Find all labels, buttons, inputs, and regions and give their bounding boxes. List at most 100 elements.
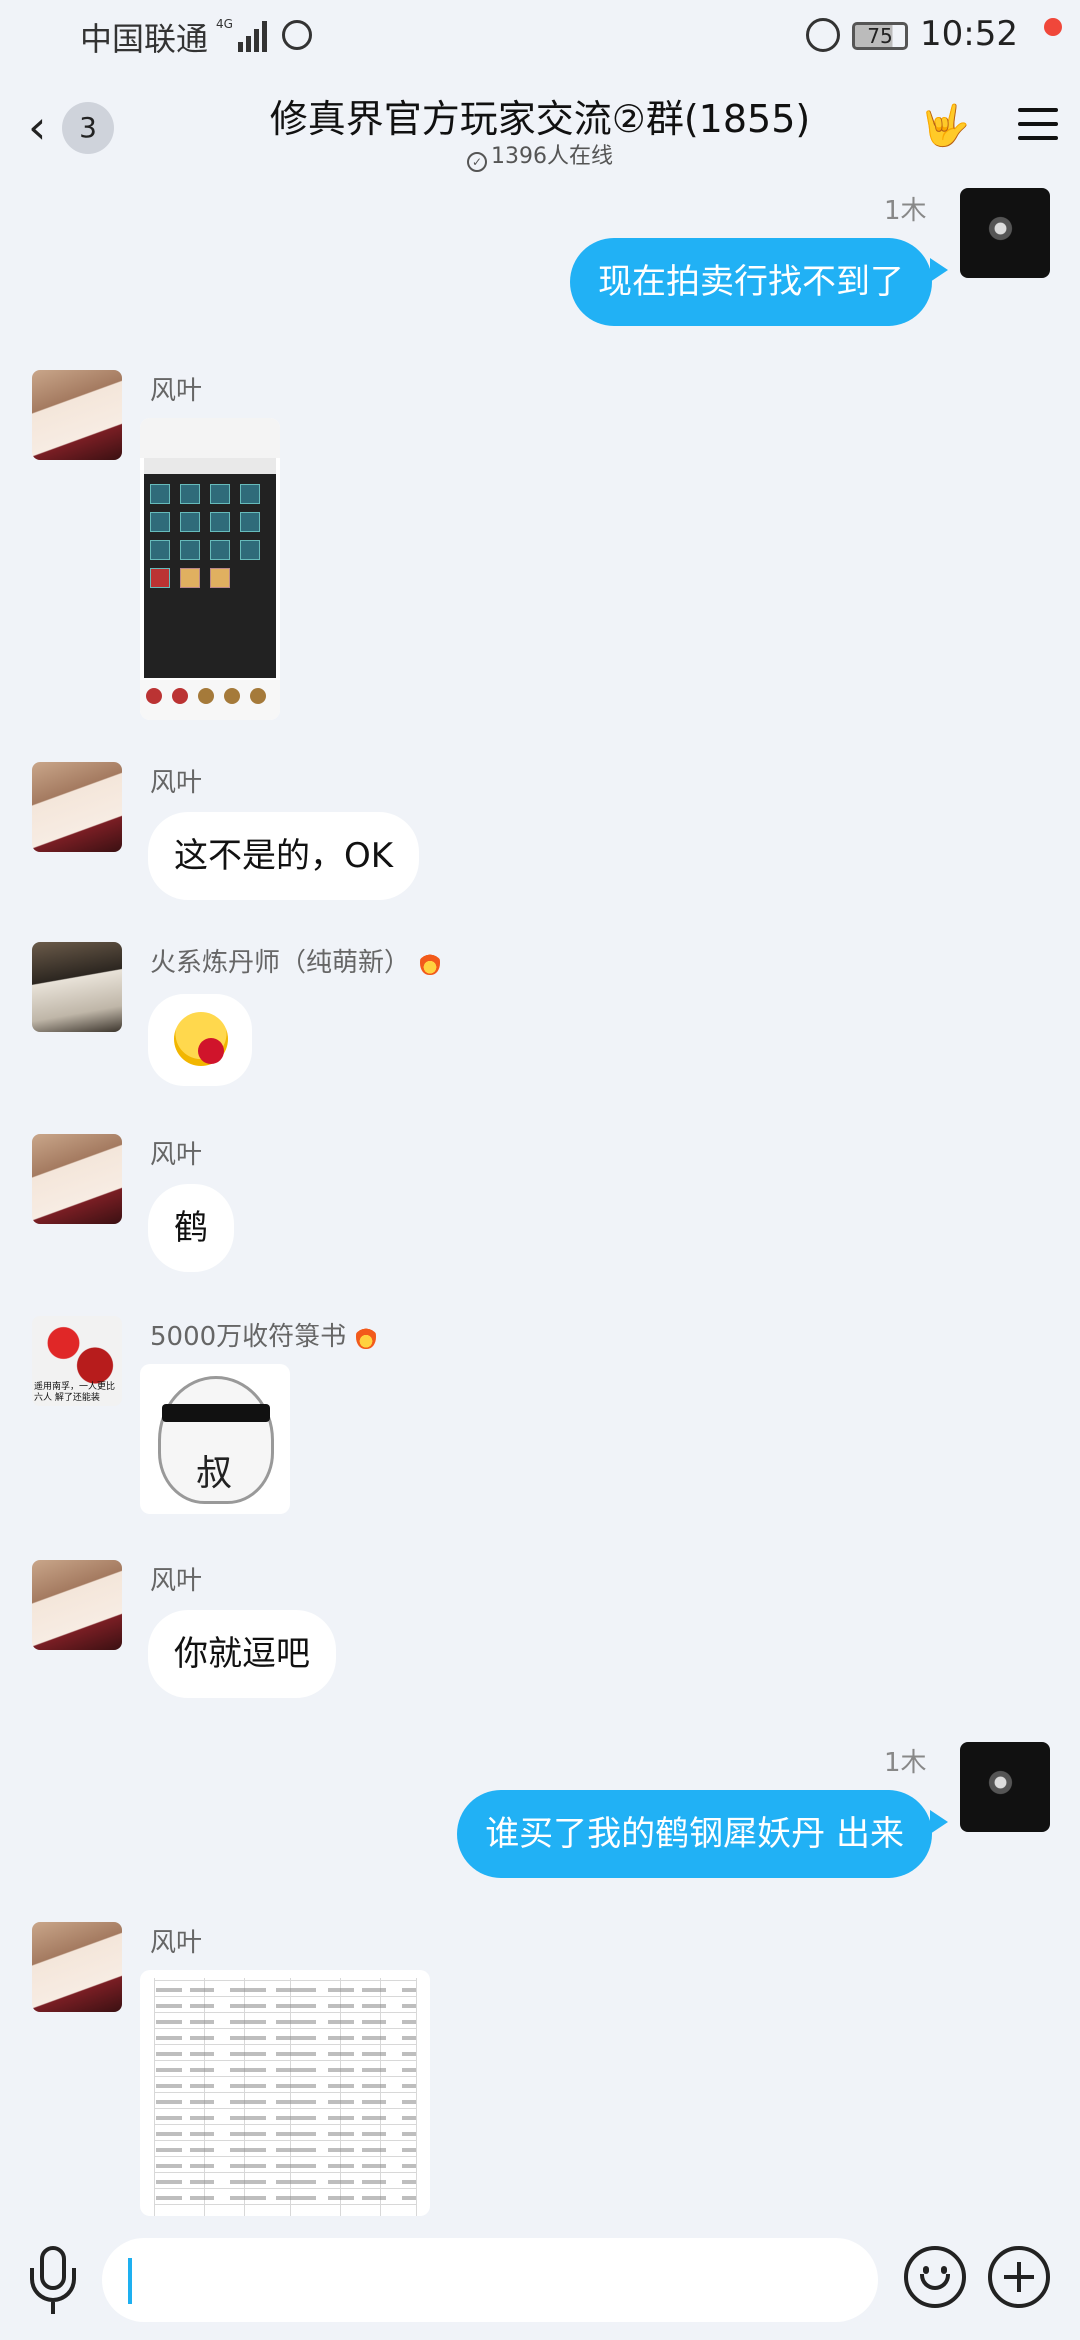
emoji-message[interactable] — [148, 994, 252, 1086]
sticker-text: 叔 — [196, 1453, 233, 1494]
fire-icon — [420, 949, 441, 975]
sheet-text-row — [156, 2132, 416, 2136]
online-count-label: 1396人在线 — [491, 144, 613, 169]
avatar-fengye[interactable] — [32, 370, 122, 460]
input-bar — [0, 2220, 1080, 2340]
sheet-text-row — [156, 2004, 416, 2008]
sheet-row — [154, 2204, 416, 2205]
sender-name: 风叶 — [150, 1566, 203, 1596]
sheet-text-row — [156, 2164, 416, 2168]
message-bubble-incoming[interactable]: 鹤 — [148, 1184, 234, 1272]
emoji-eye — [923, 2266, 929, 2274]
sender-name: 风叶 — [150, 376, 203, 406]
avatar-panda[interactable]: 遥用南孚，一人更比六人 解了还能装 — [32, 1316, 122, 1406]
message-bubble-outgoing[interactable]: 现在拍卖行找不到了 — [570, 238, 932, 326]
my-avatar[interactable] — [960, 188, 1050, 278]
sender-name: 风叶 — [150, 768, 203, 798]
alarm-icon — [806, 18, 840, 52]
menu-line — [1018, 122, 1058, 126]
sheet-row — [154, 2012, 416, 2013]
screenshot-cell — [210, 540, 230, 560]
message-bubble-outgoing[interactable]: 谁买了我的鹤钢犀妖丹 出来 — [457, 1790, 932, 1878]
emoji-mouth — [920, 2274, 950, 2290]
sender-name: 风叶 — [150, 1140, 203, 1170]
online-check-icon: ✓ — [467, 152, 487, 172]
screenshot-icon — [250, 688, 266, 704]
clock: 10:52 — [920, 14, 1018, 54]
menu-button[interactable] — [1018, 104, 1058, 144]
sender-name-row: 5000万收符箓书 — [150, 1316, 377, 1353]
signal-icon: 4G — [216, 17, 267, 52]
message-input[interactable] — [102, 2238, 878, 2322]
notification-icon — [282, 20, 312, 50]
screenshot-cell — [210, 512, 230, 532]
screenshot-header — [140, 418, 280, 458]
sticker-message[interactable]: 叔 — [140, 1364, 290, 1514]
my-avatar[interactable] — [960, 1742, 1050, 1832]
message-bubble-incoming[interactable]: 你就逗吧 — [148, 1610, 336, 1698]
message-time: 1木 — [884, 1748, 927, 1778]
sheet-text-row — [156, 2180, 416, 2184]
sheet-gridline — [416, 1978, 417, 2216]
network-type-label: 4G — [216, 17, 233, 31]
screenshot-icon — [198, 688, 214, 704]
avatar-fengye[interactable] — [32, 1134, 122, 1224]
rock-hand-icon[interactable]: 🤟 — [920, 102, 970, 150]
sheet-text-row — [156, 2036, 416, 2040]
screenshot-icon — [146, 688, 162, 704]
screenshot-cell — [150, 512, 170, 532]
sheet-row — [154, 1980, 416, 1981]
avatar-alchemist[interactable] — [32, 942, 122, 1032]
sender-name: 5000万收符箓书 — [150, 1322, 347, 1352]
sheet-row — [154, 2108, 416, 2109]
sender-name: 风叶 — [150, 1928, 203, 1958]
image-message-game-screenshot[interactable] — [140, 418, 280, 720]
puking-blood-emoji-icon — [174, 1012, 228, 1066]
chat-header: ‹ 3 修真界官方玩家交流②群(1855) ✓ 1396人在线 🤟 — [0, 72, 1080, 182]
sheet-text-row — [156, 2068, 416, 2072]
emoji-eye — [941, 2266, 947, 2274]
group-title[interactable]: 修真界官方玩家交流②群(1855) — [0, 88, 1080, 143]
sheet-row — [154, 2044, 416, 2045]
screenshot-cell — [180, 484, 200, 504]
sheet-row — [154, 2076, 416, 2077]
mic-arc — [30, 2268, 76, 2302]
bubble-tail — [930, 1810, 948, 1834]
online-count[interactable]: ✓ 1396人在线 — [0, 138, 1080, 172]
sheet-row — [154, 2092, 416, 2093]
plus-vertical — [1017, 2262, 1021, 2292]
sheet-row — [154, 1996, 416, 1997]
sender-name: 火系炼丹师（纯萌新） — [150, 948, 411, 978]
microphone-icon[interactable] — [28, 2246, 76, 2314]
screenshot-cell — [240, 484, 260, 504]
image-message-spreadsheet[interactable] — [140, 1970, 430, 2216]
menu-line — [1018, 108, 1058, 112]
sheet-row — [154, 2172, 416, 2173]
screenshot-cell — [180, 568, 200, 588]
sheet-text-row — [156, 2196, 416, 2200]
sender-name-row: 火系炼丹师（纯萌新） — [150, 942, 441, 979]
screenshot-cell — [210, 568, 230, 588]
screenshot-cell — [180, 540, 200, 560]
battery-icon: 75 — [852, 22, 908, 50]
screenshot-cell — [210, 484, 230, 504]
emoji-button[interactable] — [904, 2246, 966, 2308]
sheet-text-row — [156, 2116, 416, 2120]
fire-icon — [356, 1323, 377, 1349]
sheet-row — [154, 2188, 416, 2189]
avatar-fengye[interactable] — [32, 762, 122, 852]
screenshot-icon — [224, 688, 240, 704]
sheet-text-row — [156, 1988, 416, 1992]
status-bar: 中国联通 4G 75 10:52 — [0, 0, 1080, 72]
bubble-tail — [930, 258, 948, 282]
avatar-fengye[interactable] — [32, 1560, 122, 1650]
screenshot-cell — [150, 568, 170, 588]
sheet-text-row — [156, 2148, 416, 2152]
screenshot-cell — [150, 540, 170, 560]
plus-button[interactable] — [988, 2246, 1050, 2308]
sheet-row — [154, 2028, 416, 2029]
avatar-fengye[interactable] — [32, 1922, 122, 2012]
screenshot-cell — [150, 484, 170, 504]
message-bubble-incoming[interactable]: 这不是的，OK — [148, 812, 420, 900]
notification-dot — [1044, 18, 1062, 36]
